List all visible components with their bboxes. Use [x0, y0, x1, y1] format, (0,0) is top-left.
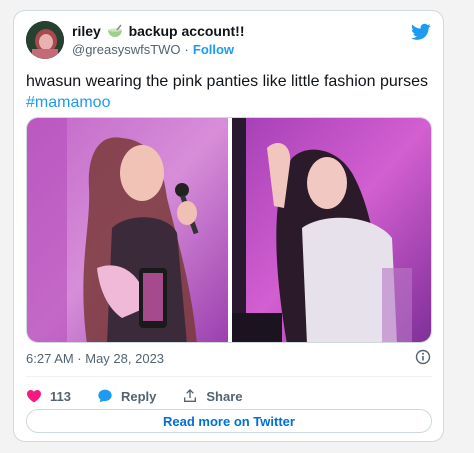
reply-label: Reply [120, 388, 157, 404]
like-button[interactable]: 113 [26, 388, 71, 404]
photo-performer-with-microphone[interactable] [27, 118, 228, 342]
tweet-body: hwasun wearing the pink panties like lit… [26, 73, 429, 90]
divider [26, 376, 432, 377]
heart-icon [27, 390, 41, 403]
follow-link[interactable]: Follow [193, 42, 234, 57]
reply-bubble-icon [98, 389, 112, 403]
share-button[interactable]: Share [182, 388, 243, 404]
avatar[interactable] [26, 21, 64, 59]
read-more-button[interactable]: Read more on Twitter [26, 409, 432, 433]
reply-button[interactable]: Reply [97, 388, 156, 404]
bowl-with-spoon-icon [107, 24, 123, 41]
media-grid [26, 117, 432, 343]
photo-performer-waving[interactable] [232, 118, 431, 342]
like-count: 113 [50, 388, 71, 404]
share-label: Share [206, 388, 243, 404]
handle-row: @greasyswfsTWO · Follow [72, 42, 234, 57]
share-upload-icon [184, 389, 197, 402]
user-handle[interactable]: @greasyswfsTWO [72, 42, 181, 57]
display-name-part1: riley [72, 23, 101, 39]
display-name-part2: backup account!! [128, 23, 245, 39]
tweet-text: hwasun wearing the pink panties like lit… [26, 71, 436, 113]
separator-dot: · [184, 42, 189, 57]
display-name[interactable]: riley backup account!! [72, 23, 245, 41]
timestamp[interactable]: 6:27 AM · May 28, 2023 [26, 351, 164, 366]
hashtag-link[interactable]: #mamamoo [26, 94, 110, 111]
action-bar: 113 Reply Share [26, 385, 269, 407]
info-icon[interactable] [415, 349, 431, 365]
tweet-card: riley backup account!! @greasyswfsTWO · Fo… [13, 10, 444, 442]
twitter-bird-icon[interactable] [411, 23, 431, 41]
